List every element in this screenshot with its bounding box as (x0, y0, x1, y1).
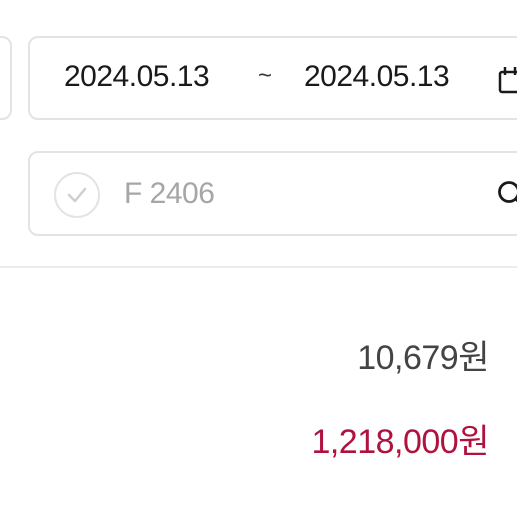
end-date[interactable]: 2024.05.13 (304, 60, 450, 94)
section-divider (0, 266, 517, 268)
select-checkbox[interactable] (54, 172, 100, 218)
search-input[interactable] (124, 173, 484, 215)
search-icon[interactable] (496, 179, 517, 209)
total-amount-value: 1,218,000원 (311, 423, 489, 461)
date-separator: ~ (258, 62, 272, 89)
search-bar (28, 151, 517, 236)
checkmark-icon (67, 187, 87, 203)
page: 2024.05.13 ~ 2024.05.13 10,679원 1,218,00… (0, 0, 517, 517)
date-range-picker[interactable]: 2024.05.13 ~ 2024.05.13 (28, 36, 517, 120)
filter-select-partial[interactable] (0, 36, 12, 120)
calendar-icon[interactable] (498, 64, 517, 94)
start-date[interactable]: 2024.05.13 (64, 60, 210, 94)
amount-value: 10,679원 (357, 339, 489, 377)
